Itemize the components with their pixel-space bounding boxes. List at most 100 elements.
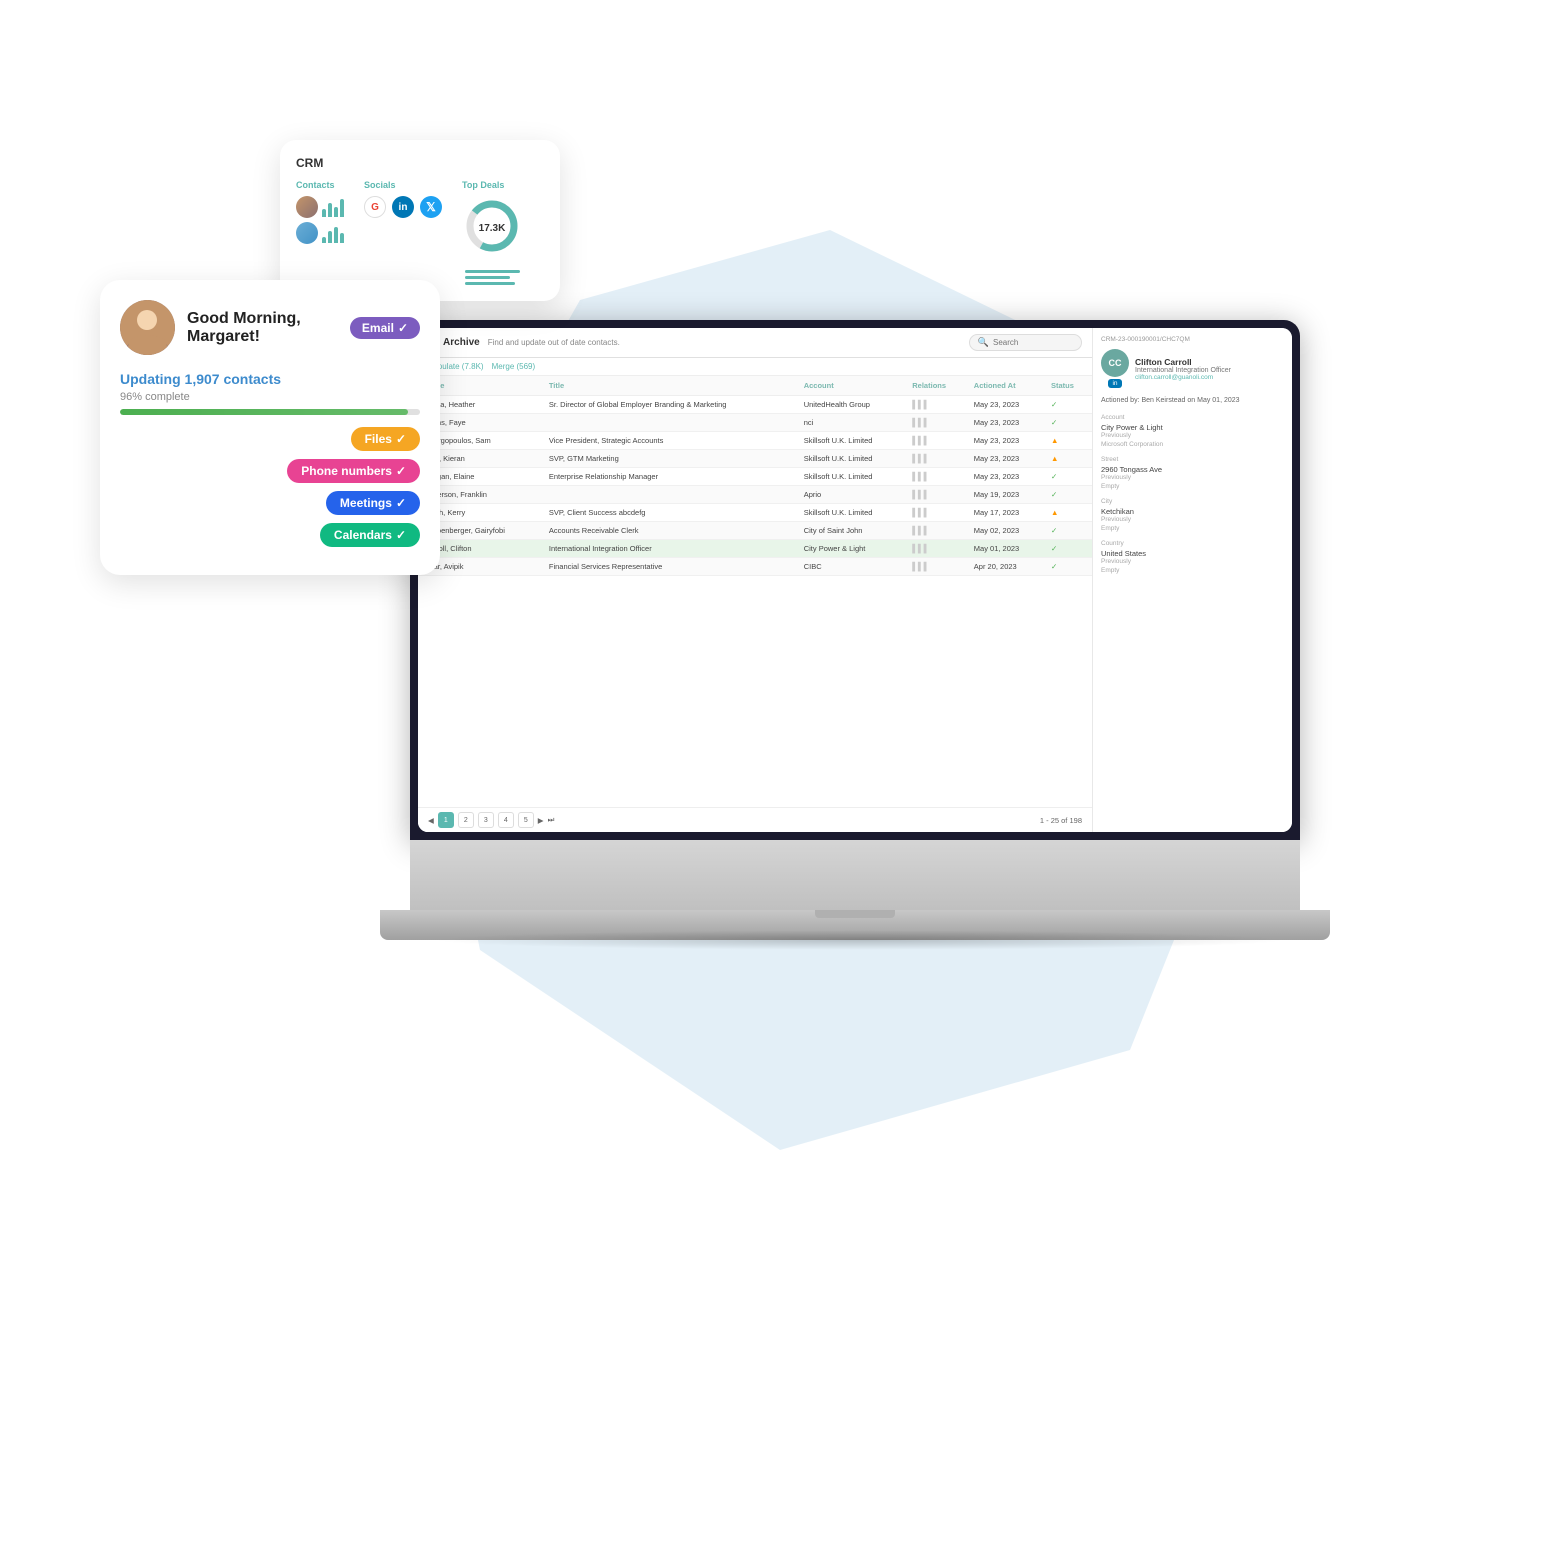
phone-numbers-badge[interactable]: Phone numbers ✓ — [287, 459, 420, 483]
cell-relations: ▌▌▌ — [906, 450, 968, 468]
cell-title: Vice President, Strategic Accounts — [543, 432, 798, 450]
calendars-badge[interactable]: Calendars ✓ — [320, 523, 420, 547]
cell-title: SVP, GTM Marketing — [543, 450, 798, 468]
page-2-button[interactable]: 2 — [458, 812, 474, 828]
page-4-button[interactable]: 4 — [498, 812, 514, 828]
greeting-header: Good Morning, Margaret! Email ✓ — [120, 300, 420, 355]
table-row[interactable]: Morgan, Elaine Enterprise Relationship M… — [418, 468, 1092, 486]
cell-actioned: May 23, 2023 — [968, 450, 1045, 468]
merge-button[interactable]: Merge (569) — [492, 362, 536, 371]
laptop-screen: ⏱ Archive Find and update out of date co… — [410, 320, 1300, 840]
socials-col-label: Socials — [364, 180, 442, 190]
col-title: Title — [543, 376, 798, 396]
bar-1 — [322, 209, 326, 217]
cell-relations: ▌▌▌ — [906, 414, 968, 432]
linkedin-badge[interactable]: in — [1108, 379, 1121, 388]
contact-avatar-1 — [296, 196, 318, 218]
cell-status: ▲ — [1045, 504, 1092, 522]
page-3-button[interactable]: 3 — [478, 812, 494, 828]
table-row[interactable]: Schoenberger, Gairyfobi Accounts Receiva… — [418, 522, 1092, 540]
contact-name: Clifton Carroll — [1135, 357, 1231, 367]
page-prev-icon[interactable]: ◀ — [428, 816, 434, 825]
crm-table-area: Name Title Account Relations Actioned At… — [418, 376, 1092, 807]
cell-status: ✓ — [1045, 558, 1092, 576]
files-badge[interactable]: Files ✓ — [351, 427, 420, 451]
table-row[interactable]: Carroll, Clifton International Integrati… — [418, 540, 1092, 558]
linkedin-social-icon[interactable]: in — [392, 196, 414, 218]
bar-3 — [334, 207, 338, 217]
contact-profile: CC in Clifton Carroll International Inte… — [1101, 349, 1284, 388]
table-row[interactable]: Polika, Heather Sr. Director of Global E… — [418, 396, 1092, 414]
table-row[interactable]: Anderson, Franklin Aprio ▌▌▌ May 19, 202… — [418, 486, 1092, 504]
pagination-bar: ◀ 1 2 3 4 5 ▶ ⏭ 1 - 25 of 198 — [418, 807, 1092, 832]
meetings-badge-label: Meetings — [340, 496, 392, 510]
email-badge[interactable]: Email ✓ — [350, 317, 420, 339]
country-prev-value: Empty — [1101, 567, 1284, 574]
contact-job-title: International Integration Officer — [1135, 367, 1231, 374]
cell-status: ▲ — [1045, 432, 1092, 450]
crm-main-area: ⏱ Archive Find and update out of date co… — [418, 328, 1092, 832]
updating-title: Updating 1,907 contacts — [120, 371, 420, 387]
cell-actioned: May 23, 2023 — [968, 468, 1045, 486]
col-relations: Relations — [906, 376, 968, 396]
contact-row-2 — [296, 222, 344, 244]
cell-relations: ▌▌▌ — [906, 396, 968, 414]
cell-actioned: May 23, 2023 — [968, 432, 1045, 450]
account-prev-value: Microsoft Corporation — [1101, 441, 1284, 448]
cell-account: CIBC — [798, 558, 907, 576]
email-check-icon: ✓ — [398, 321, 408, 335]
city-prev-value: Empty — [1101, 525, 1284, 532]
contact-avatar-2 — [296, 222, 318, 244]
screen-content: ⏱ Archive Find and update out of date co… — [418, 328, 1292, 832]
cell-title: Financial Services Representative — [543, 558, 798, 576]
twitter-icon[interactable]: 𝕏 — [420, 196, 442, 218]
meetings-badge[interactable]: Meetings ✓ — [326, 491, 420, 515]
calendars-badge-label: Calendars — [334, 528, 392, 542]
greeting-text-block: Good Morning, Margaret! — [187, 310, 338, 346]
cell-relations: ▌▌▌ — [906, 504, 968, 522]
bar-8 — [340, 233, 344, 243]
table-row[interactable]: Smith, Kerry SVP, Client Success abcdefg… — [418, 504, 1092, 522]
table-row[interactable]: Dhar, Avipik Financial Services Represen… — [418, 558, 1092, 576]
contacts-list — [296, 196, 344, 244]
progress-fill — [120, 409, 408, 415]
page-1-button[interactable]: 1 — [438, 812, 454, 828]
google-icon[interactable]: G — [364, 196, 386, 218]
page-next-icon[interactable]: ▶ — [538, 816, 544, 825]
top-deals-col-label: Top Deals — [462, 180, 522, 190]
pagination-total: 1 - 25 of 198 — [1040, 816, 1082, 825]
contact-row-1 — [296, 196, 344, 218]
table-row[interactable]: King, Kieran SVP, GTM Marketing Skillsof… — [418, 450, 1092, 468]
city-prev-label: Previously — [1101, 516, 1284, 523]
contact-email: clifton.carroll@guanoli.com — [1135, 374, 1231, 381]
cell-account: Aprio — [798, 486, 907, 504]
cell-relations: ▌▌▌ — [906, 468, 968, 486]
col-actioned: Actioned At — [968, 376, 1045, 396]
cell-title: Accounts Receivable Clerk — [543, 522, 798, 540]
cell-title: International Integration Officer — [543, 540, 798, 558]
cell-actioned: May 01, 2023 — [968, 540, 1045, 558]
page-5-button[interactable]: 5 — [518, 812, 534, 828]
cell-account: City of Saint John — [798, 522, 907, 540]
laptop-keyboard — [410, 840, 1300, 910]
greeting-name: Margaret! — [187, 328, 338, 346]
archive-subtitle: Find and update out of date contacts. — [488, 338, 961, 347]
deal-line-1 — [465, 270, 520, 273]
col-account: Account — [798, 376, 907, 396]
search-input[interactable] — [993, 338, 1073, 347]
bar-7 — [334, 227, 338, 243]
cell-account: Skillsoft U.K. Limited — [798, 432, 907, 450]
cell-status: ✓ — [1045, 468, 1092, 486]
page-last-icon[interactable]: ⏭ — [548, 815, 555, 825]
table-row[interactable]: Georgopoulos, Sam Vice President, Strate… — [418, 432, 1092, 450]
contact-bars-1 — [322, 197, 344, 217]
table-row[interactable]: Evans, Faye nci ▌▌▌ May 23, 2023 ✓ — [418, 414, 1092, 432]
cell-relations: ▌▌▌ — [906, 558, 968, 576]
cell-status: ▲ — [1045, 450, 1092, 468]
cell-account: Skillsoft U.K. Limited — [798, 468, 907, 486]
cell-title: Enterprise Relationship Manager — [543, 468, 798, 486]
cell-actioned: May 17, 2023 — [968, 504, 1045, 522]
laptop: ⏱ Archive Find and update out of date co… — [380, 320, 1330, 940]
col-status: Status — [1045, 376, 1092, 396]
search-box[interactable]: 🔍 — [969, 334, 1082, 351]
